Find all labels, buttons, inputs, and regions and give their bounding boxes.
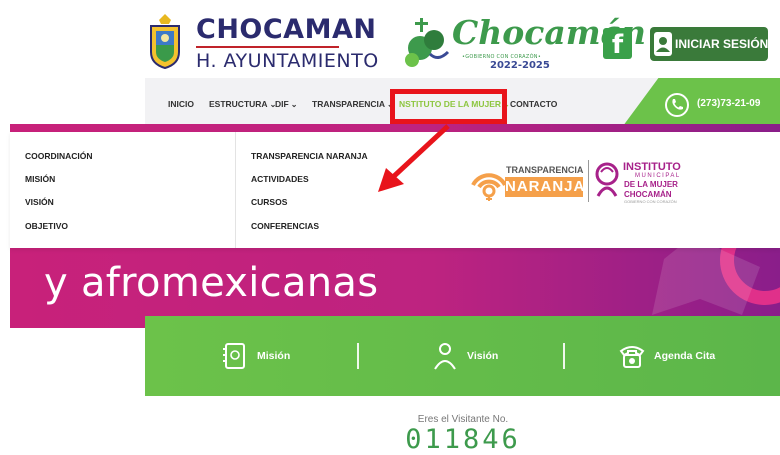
nav-label: INICIO [168,99,194,109]
nav-item-contacto[interactable]: CONTACTO [510,99,557,109]
facebook-icon[interactable]: f [603,28,632,60]
nav-label: TRANSPARENCIA [312,99,386,109]
nav-label: CONTACTO [510,99,558,109]
menu-item-coordinacion[interactable]: COORDINACIÓN [25,151,93,161]
nav-label: ESTRUCTURA [209,99,268,109]
login-label: INICIAR SESIÓN [675,37,769,51]
quick-link-label: Visión [467,350,499,362]
menu-item-transparencia-naranja[interactable]: TRANSPARENCIA NARANJA [251,151,368,161]
highlight-box [390,89,507,124]
page: CHOCAMAN H. AYUNTAMIENTO Chocamán •GOBIE… [0,0,780,455]
nav-item-dif[interactable]: DIF ⌄ [275,99,297,109]
logo-separator [588,160,589,202]
user-icon [654,32,672,56]
phone-number[interactable]: (273)73-21-09 [697,98,760,109]
quick-link-mision[interactable]: Misión [221,340,290,372]
annotation-arrow-icon [378,124,450,192]
visitor-count: 011846 [405,424,521,455]
nav-item-estructura[interactable]: ESTRUCTURA ⌄ [209,99,276,109]
instituto-logo-line4: CHOCAMÁN [624,190,672,199]
telephone-icon [619,346,645,368]
quick-link-label: Misión [257,350,291,362]
login-button[interactable]: INICIAR SESIÓN [650,27,768,61]
dropdown-divider [235,132,236,248]
instituto-logo-line2: MUNICIPAL [635,173,681,179]
menu-item-cursos[interactable]: CURSOS [251,197,287,207]
transparencia-naranja-icon [471,173,507,201]
instituto-logo-line1: INSTITUTO [623,161,681,173]
brand-subtitle[interactable]: H. AYUNTAMIENTO [196,50,379,72]
menu-item-vision[interactable]: VISIÓN [25,197,54,207]
quick-link-agenda-cita[interactable]: Agenda Cita [618,340,715,372]
phone-icon [665,93,689,117]
notebook-icon [223,343,245,369]
instituto-mujer-icon [595,162,619,197]
government-logo-years: 2022-2025 [490,60,550,71]
menu-item-objetivo[interactable]: OBJETIVO [25,221,68,231]
quick-link-vision[interactable]: Visión [431,340,498,372]
menu-item-mision[interactable]: MISIÓN [25,174,55,184]
menu-item-actividades[interactable]: ACTIVIDADES [251,174,309,184]
brand-underline [196,46,339,48]
instituto-logo-line3: DE LA MUJER [624,180,678,189]
quick-separator [357,343,359,369]
brand-title[interactable]: CHOCAMAN [196,16,376,44]
menu-item-conferencias[interactable]: CONFERENCIAS [251,221,319,231]
nav-item-transparencia[interactable]: TRANSPARENCIA ⌄ [312,99,394,109]
person-icon [434,343,456,370]
quick-link-label: Agenda Cita [654,350,716,362]
transparencia-logo-top: TRANSPARENCIA [506,165,584,175]
municipal-seal-logo[interactable] [145,12,185,70]
chevron-down-icon: ⌄ [290,100,298,109]
nav-label: DIF [275,99,289,109]
instituto-logo-line5: GOBIERNO CON CORAZÓN [624,199,677,204]
transparencia-logo-bottom: NARANJA [505,177,586,197]
quick-separator [563,343,565,369]
nav-item-inicio[interactable]: INICIO [168,99,194,109]
hero-text: y afromexicanas [44,260,379,306]
